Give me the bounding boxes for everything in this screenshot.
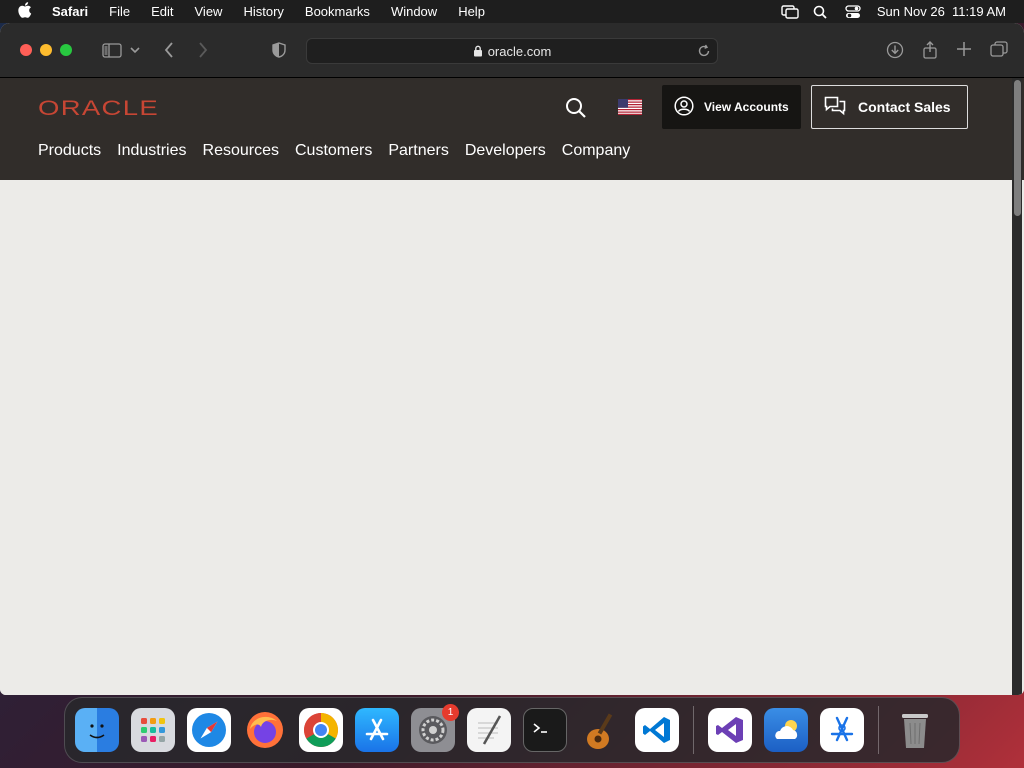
oracle-main-nav: Products Industries Resources Customers … (38, 142, 630, 160)
window-controls (20, 44, 72, 56)
menu-file[interactable]: File (109, 4, 130, 19)
trash-icon[interactable] (893, 708, 937, 752)
lock-icon (473, 45, 483, 57)
oracle-logo-wordmark: ORACLE (38, 97, 159, 120)
oracle-logo[interactable]: ORACLE (38, 97, 160, 124)
nav-company[interactable]: Company (562, 142, 630, 160)
chevron-down-icon[interactable] (130, 46, 140, 54)
oracle-header: ORACLE View Accounts Contact Sales Produ… (0, 78, 1024, 180)
toolbar-right-actions (886, 41, 1008, 64)
page-content-area (0, 180, 1024, 695)
scrollbar-thumb[interactable] (1014, 80, 1021, 216)
menu-window[interactable]: Window (391, 4, 437, 19)
share-icon[interactable] (922, 41, 938, 64)
system-settings-icon[interactable]: 1 (411, 704, 459, 752)
garageband-icon[interactable] (579, 708, 623, 752)
textedit-icon[interactable] (467, 708, 511, 752)
close-window-button[interactable] (20, 44, 32, 56)
zoom-window-button[interactable] (60, 44, 72, 56)
view-accounts-button[interactable]: View Accounts (662, 85, 801, 129)
vscode-icon[interactable] (635, 708, 679, 752)
search-icon[interactable] (565, 97, 587, 124)
tab-overview-icon[interactable] (990, 41, 1008, 64)
firefox-icon[interactable] (243, 708, 287, 752)
clock[interactable]: Sun Nov 26 11:19 AM (877, 4, 1006, 19)
apple-menu-icon[interactable] (18, 1, 38, 22)
oracle-logo-text: ORACLE (38, 98, 159, 118)
notification-badge: 1 (442, 704, 459, 721)
menu-view[interactable]: View (195, 4, 223, 19)
contact-sales-label: Contact Sales (858, 99, 951, 115)
menu-app-name[interactable]: Safari (52, 4, 88, 19)
new-tab-icon[interactable] (956, 41, 972, 64)
us-flag-icon[interactable] (618, 99, 642, 115)
user-account-icon (674, 95, 694, 119)
chrome-icon[interactable] (299, 708, 343, 752)
dock-separator (693, 706, 694, 754)
dock-separator (878, 706, 879, 754)
downloads-icon[interactable] (886, 41, 904, 64)
weather-icon[interactable] (764, 708, 808, 752)
chat-bubbles-icon (824, 96, 846, 119)
nav-developers[interactable]: Developers (465, 142, 546, 160)
url-text: oracle.com (487, 43, 552, 59)
privacy-shield-icon[interactable] (272, 42, 286, 58)
safari-icon[interactable] (187, 708, 231, 752)
dock: 1 (64, 697, 960, 763)
terminal-icon[interactable] (523, 708, 567, 752)
launchpad-icon[interactable] (131, 708, 175, 752)
nav-partners[interactable]: Partners (388, 142, 448, 160)
menu-history[interactable]: History (243, 4, 283, 19)
reload-icon[interactable] (697, 44, 711, 61)
menu-bookmarks[interactable]: Bookmarks (305, 4, 370, 19)
contact-sales-button[interactable]: Contact Sales (811, 85, 968, 129)
spotlight-search-icon[interactable] (813, 5, 829, 19)
view-accounts-label: View Accounts (704, 100, 789, 114)
menu-help[interactable]: Help (458, 4, 485, 19)
xcode-instruments-icon[interactable] (820, 708, 864, 752)
sidebar-toggle-icon[interactable] (102, 42, 122, 58)
menu-bar: Safari File Edit View History Bookmarks … (0, 0, 1024, 23)
safari-window: oracle.com ORACLE View Accounts Contact … (0, 23, 1024, 695)
menu-edit[interactable]: Edit (151, 4, 173, 19)
nav-customers[interactable]: Customers (295, 142, 372, 160)
finder-icon[interactable] (75, 708, 119, 752)
screen-mirroring-icon[interactable] (781, 4, 799, 19)
forward-button[interactable] (198, 42, 208, 58)
safari-toolbar: oracle.com (0, 23, 1024, 78)
visual-studio-icon[interactable] (708, 708, 752, 752)
minimize-window-button[interactable] (40, 44, 52, 56)
control-center-icon[interactable] (845, 4, 861, 19)
nav-resources[interactable]: Resources (203, 142, 279, 160)
address-bar[interactable]: oracle.com (306, 38, 718, 64)
back-button[interactable] (164, 42, 174, 58)
nav-products[interactable]: Products (38, 142, 101, 160)
nav-industries[interactable]: Industries (117, 142, 186, 160)
page-scrollbar[interactable] (1012, 78, 1022, 695)
app-store-icon[interactable] (355, 708, 399, 752)
